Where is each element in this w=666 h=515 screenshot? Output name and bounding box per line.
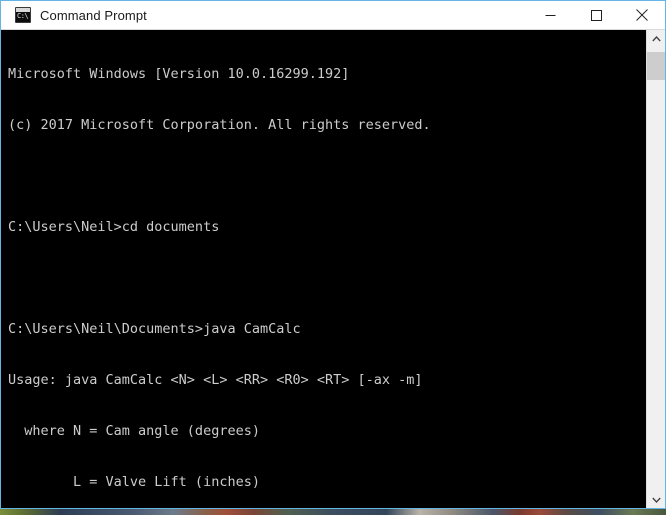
minimize-icon: [545, 14, 555, 16]
window-controls: [527, 1, 665, 29]
minimize-button[interactable]: [527, 1, 573, 29]
console-line: C:\Users\Neil>cd documents: [8, 219, 220, 235]
console-line: (c) 2017 Microsoft Corporation. All righ…: [8, 117, 431, 133]
chevron-up-icon: [651, 35, 661, 41]
scrollbar-track[interactable]: [647, 47, 665, 491]
console-output[interactable]: Microsoft Windows [Version 10.0.16299.19…: [1, 30, 646, 508]
close-button[interactable]: [619, 1, 665, 29]
maximize-icon: [590, 9, 602, 21]
scrollbar-thumb[interactable]: [647, 52, 665, 80]
window-titlebar[interactable]: C:\ Command Prompt: [1, 1, 665, 30]
chevron-down-icon: [651, 497, 661, 503]
vertical-scrollbar[interactable]: [646, 30, 665, 508]
scroll-up-button[interactable]: [647, 30, 665, 47]
scroll-down-button[interactable]: [647, 491, 665, 508]
console-line: Usage: java CamCalc <N> <L> <RR> <R0> <R…: [8, 372, 423, 388]
close-icon: [636, 9, 648, 21]
window-title: Command Prompt: [40, 7, 147, 23]
command-prompt-window: C:\ Command Prompt Microsoft Windows [Ve…: [0, 0, 666, 509]
console-line: C:\Users\Neil\Documents>java CamCalc: [8, 321, 301, 337]
console-line: Microsoft Windows [Version 10.0.16299.19…: [8, 66, 350, 82]
maximize-button[interactable]: [573, 1, 619, 29]
console-line: where N = Cam angle (degrees): [8, 423, 260, 439]
console-line: L = Valve Lift (inches): [8, 474, 260, 490]
command-prompt-icon: C:\: [15, 7, 31, 23]
icon-prompt-glyph: C:\: [17, 12, 29, 20]
console-area: Microsoft Windows [Version 10.0.16299.19…: [1, 30, 665, 508]
